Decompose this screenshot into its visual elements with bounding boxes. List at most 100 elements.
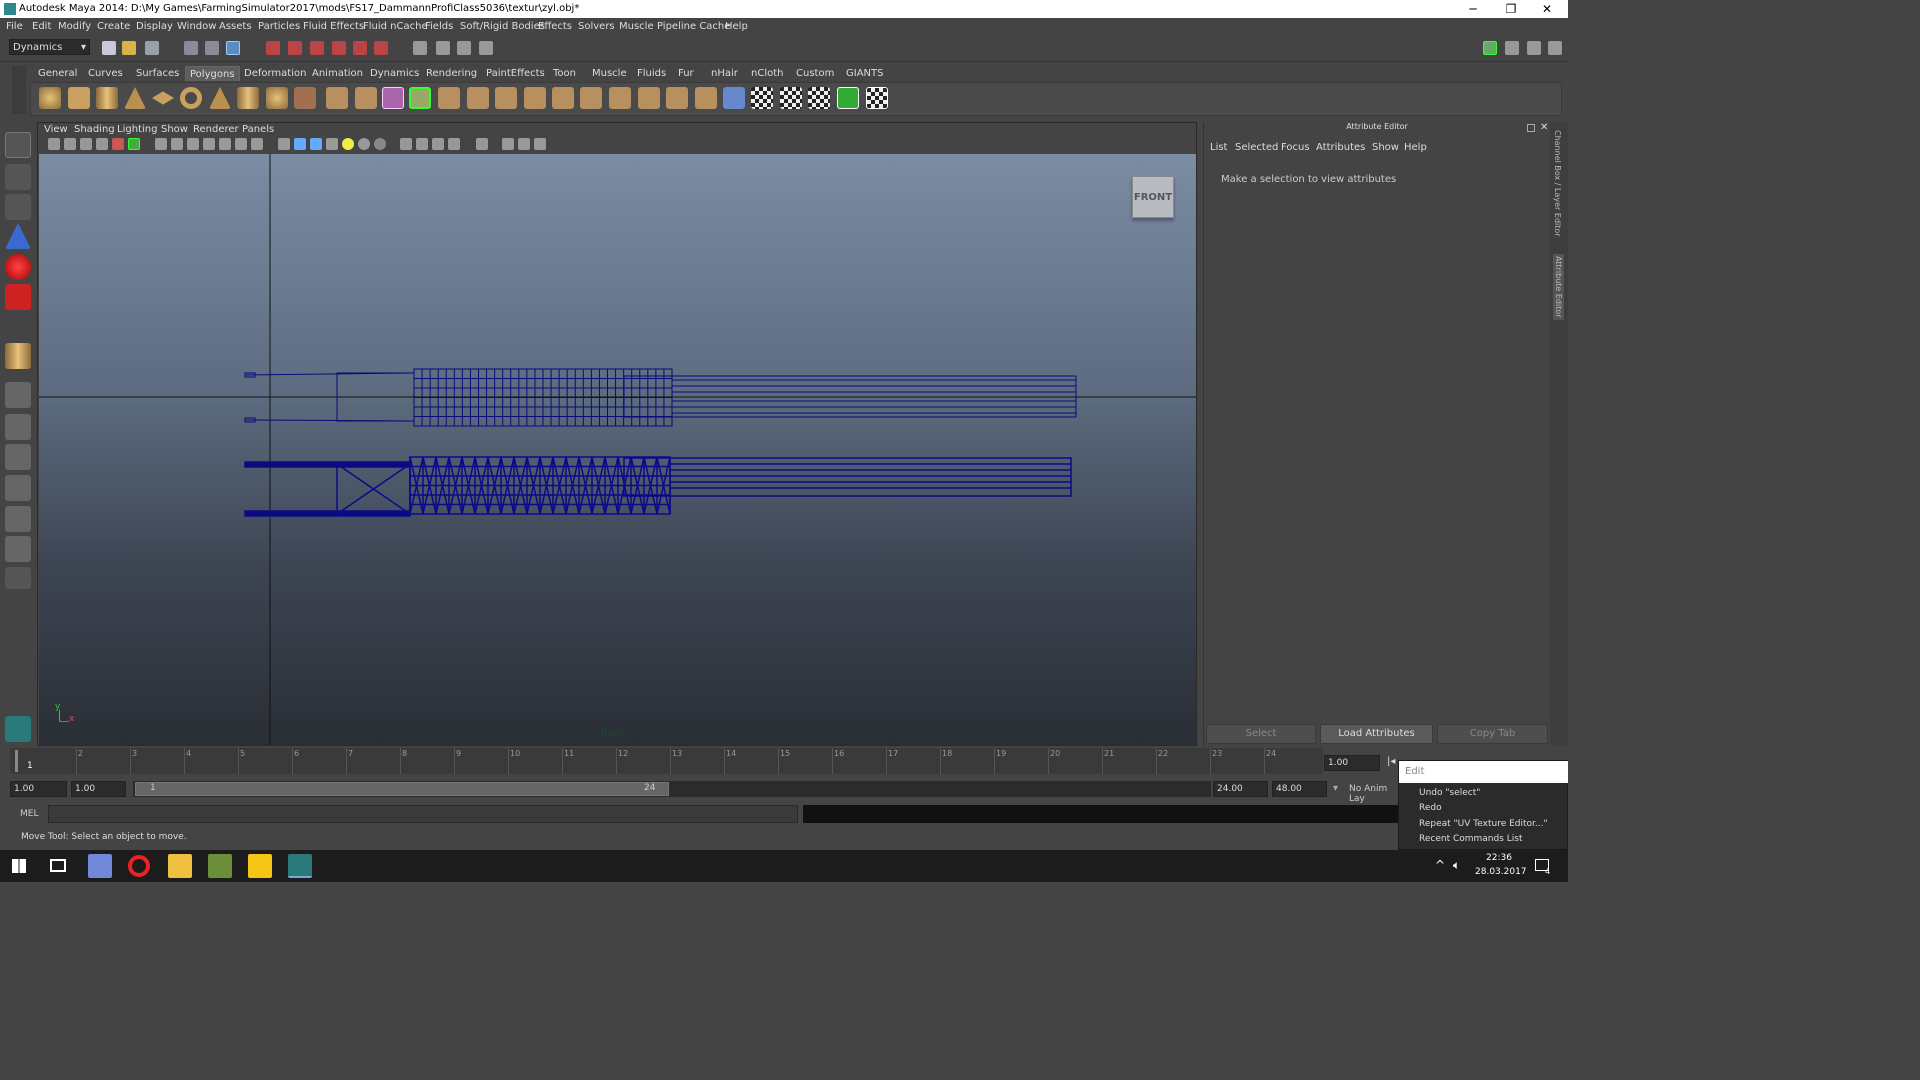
paint-select-tool-icon[interactable]	[5, 194, 31, 220]
menu-display[interactable]: Display	[136, 21, 173, 32]
menu-create[interactable]: Create	[97, 21, 130, 32]
poke-icon[interactable]	[695, 87, 717, 109]
menu-fluid-effects[interactable]: Fluid Effects	[303, 21, 364, 32]
poly-plane-icon[interactable]	[152, 91, 174, 105]
uv-texture-editor-icon[interactable]	[866, 87, 888, 109]
offset-edge-loop-icon[interactable]	[580, 87, 602, 109]
maya-taskbar-icon[interactable]	[288, 854, 312, 878]
resolution-gate-icon[interactable]	[155, 138, 167, 150]
view-cube[interactable]: FRONT	[1132, 176, 1174, 218]
clock-date[interactable]: 28.03.2017	[1475, 867, 1527, 877]
gate-mask-icon[interactable]	[171, 138, 183, 150]
tab-deformation[interactable]: Deformation	[240, 66, 310, 81]
tab-ncloth[interactable]: nCloth	[747, 66, 787, 81]
popup-recent-commands-item[interactable]: Recent Commands List	[1419, 834, 1523, 844]
layout-outliner-icon[interactable]	[5, 444, 31, 470]
tab-surfaces[interactable]: Surfaces	[132, 66, 183, 81]
bridge-icon[interactable]	[467, 87, 489, 109]
menu-pipeline-cache[interactable]: Pipeline Cache	[657, 21, 730, 32]
vp-menu-view[interactable]: View	[44, 124, 68, 135]
tab-muscle[interactable]: Muscle	[588, 66, 631, 81]
wireframe-on-shaded-icon[interactable]	[310, 138, 322, 150]
collapse-icon[interactable]	[666, 87, 688, 109]
wireframe-icon[interactable]	[278, 138, 290, 150]
render-settings-icon[interactable]	[479, 41, 493, 55]
tab-rendering[interactable]: Rendering	[422, 66, 481, 81]
tab-general[interactable]: General	[34, 66, 81, 81]
automatic-mapping-icon[interactable]	[837, 87, 859, 109]
restore-button[interactable]: ❐	[1496, 1, 1526, 17]
ae-menu-attributes[interactable]: Attributes	[1316, 142, 1365, 153]
menu-soft-rigid-bodies[interactable]: Soft/Rigid Bodies	[460, 21, 545, 32]
snap-grid-icon[interactable]	[266, 41, 280, 55]
tab-dynamics[interactable]: Dynamics	[366, 66, 423, 81]
ae-close-icon[interactable]: ✕	[1540, 122, 1548, 133]
menu-assets[interactable]: Assets	[219, 21, 252, 32]
snap-plane-icon[interactable]	[332, 41, 346, 55]
go-to-start-icon[interactable]: |◂	[1387, 756, 1395, 767]
extrude-icon[interactable]	[438, 87, 460, 109]
ae-menu-focus[interactable]: Focus	[1281, 142, 1310, 153]
playback-end-field[interactable]: 24.00	[1213, 781, 1268, 797]
menu-effects[interactable]: Effects	[538, 21, 572, 32]
smooth-shade-icon[interactable]	[294, 138, 306, 150]
poly-cube-icon[interactable]	[68, 87, 90, 109]
tab-attribute-editor[interactable]: Attribute Editor	[1553, 254, 1564, 320]
tab-channel-box[interactable]: Channel Box / Layer Editor	[1553, 130, 1562, 237]
ae-select-button[interactable]: Select	[1206, 724, 1316, 744]
split-polygon-icon[interactable]	[524, 87, 546, 109]
poly-platonic-icon[interactable]	[266, 87, 288, 109]
wedge-icon[interactable]	[723, 87, 745, 109]
tab-curves[interactable]: Curves	[84, 66, 127, 81]
layout-more-icon[interactable]	[5, 567, 31, 589]
spherical-mapping-icon[interactable]	[808, 87, 830, 109]
viewport-3d[interactable]: FRONT front y x	[39, 154, 1196, 745]
popup-redo-item[interactable]: Redo	[1419, 803, 1442, 813]
history-icon[interactable]	[374, 41, 388, 55]
maya-logo-icon[interactable]	[5, 716, 31, 742]
render-current-icon[interactable]	[436, 41, 450, 55]
start-time-field[interactable]: 1.00	[10, 781, 67, 797]
render-view-icon[interactable]	[413, 41, 427, 55]
mel-label[interactable]: MEL	[20, 809, 38, 819]
shelf-options-icon[interactable]	[12, 66, 26, 114]
grid-icon[interactable]	[112, 138, 124, 150]
camera-select-icon[interactable]	[48, 138, 60, 150]
layout-hypershade-icon[interactable]	[5, 506, 31, 532]
ae-menu-show[interactable]: Show	[1372, 142, 1399, 153]
popup-undo-item[interactable]: Undo "select"	[1419, 788, 1480, 798]
merge-icon[interactable]	[638, 87, 660, 109]
sticky-notes-icon[interactable]	[248, 854, 272, 878]
opera-app-icon[interactable]	[128, 855, 150, 877]
backface-icon[interactable]	[448, 138, 460, 150]
discord-app-icon[interactable]	[88, 854, 112, 878]
ae-menu-help[interactable]: Help	[1404, 142, 1427, 153]
poly-sphere-icon[interactable]	[39, 87, 61, 109]
poly-torus-icon[interactable]	[180, 87, 202, 109]
clock-time[interactable]: 22:36	[1486, 853, 1512, 863]
ae-load-attributes-button[interactable]: Load Attributes	[1320, 724, 1433, 744]
safe-title-icon[interactable]	[219, 138, 231, 150]
popup-repeat-item[interactable]: Repeat "UV Texture Editor..."	[1419, 819, 1548, 829]
ae-copy-tab-button[interactable]: Copy Tab	[1437, 724, 1548, 744]
poly-cylinder-icon[interactable]	[96, 87, 118, 109]
snap-point-icon[interactable]	[310, 41, 324, 55]
menu-solvers[interactable]: Solvers	[578, 21, 615, 32]
vp-menu-show[interactable]: Show	[161, 124, 188, 135]
windows-start-icon[interactable]	[12, 859, 26, 873]
camera-attributes-icon[interactable]	[64, 138, 76, 150]
tab-fluids[interactable]: Fluids	[633, 66, 670, 81]
file-explorer-icon[interactable]	[168, 854, 192, 878]
menu-fluid-ncache[interactable]: Fluid nCache	[363, 21, 428, 32]
end-time-field[interactable]: 48.00	[1272, 781, 1327, 797]
tab-giants[interactable]: GIANTS	[842, 66, 887, 81]
notepad-app-icon[interactable]	[208, 854, 232, 878]
volume-icon[interactable]: 🔈︎	[1453, 858, 1460, 873]
select-tool-icon[interactable]	[5, 132, 31, 158]
scale-tool-icon[interactable]	[5, 284, 31, 310]
menu-modify[interactable]: Modify	[58, 21, 91, 32]
shadows-icon[interactable]	[358, 138, 370, 150]
tab-animation[interactable]: Animation	[308, 66, 367, 81]
select-object-icon[interactable]	[205, 41, 219, 55]
attribute-editor-toggle-icon[interactable]	[1505, 41, 1519, 55]
